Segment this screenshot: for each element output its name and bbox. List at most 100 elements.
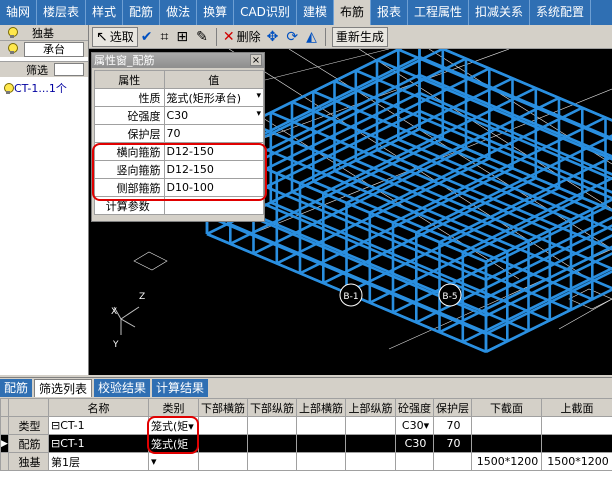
prop-row[interactable]: 砼强度 C30 xyxy=(94,106,264,125)
rebar-cage xyxy=(205,49,612,353)
brush-button[interactable]: ✎ xyxy=(193,27,213,47)
filter-row[interactable]: 筛选 xyxy=(0,61,88,77)
filter-input[interactable] xyxy=(54,63,84,76)
top-menu-bar: 轴网 楼层表 样式 配筋 做法 换算 CAD识别 建模 布筋 报表 工程属性 扣减关系 系统配置 xyxy=(0,0,612,25)
axis-bubble-b5-label: B-5 xyxy=(442,292,457,302)
menu-tab[interactable]: 样式 xyxy=(86,0,124,25)
grid-column-header[interactable]: 下部纵筋 xyxy=(247,398,297,417)
move-button[interactable]: ✥ xyxy=(264,27,284,47)
grid-column-header[interactable]: 上截面 xyxy=(541,398,612,417)
grid-column-header[interactable]: 上部横筋 xyxy=(296,398,346,417)
table-cell[interactable] xyxy=(296,416,346,435)
category-row[interactable]: 独基 xyxy=(0,25,88,41)
regenerate-button[interactable]: 重新生成 xyxy=(331,26,388,47)
table-row[interactable]: ▶ 配筋 ⊟CT-1 笼式(矩 C30 70 xyxy=(0,434,612,453)
menu-tab[interactable]: 做法 xyxy=(160,0,198,25)
svg-text:Z: Z xyxy=(139,292,145,302)
toolbar: ↖ 选取 ✔ ⌗ ⊞ ✎ ✕ 删除 ✥ ⟳ ◭ 重新生成 xyxy=(89,25,612,49)
crosshair-grid-icon: ⌗ xyxy=(160,28,169,45)
box-select-button[interactable]: ⊞ xyxy=(173,27,193,47)
row-header: 类型 xyxy=(8,416,49,435)
table-cell[interactable] xyxy=(471,434,542,453)
component-list-item[interactable]: CT-1...1个 xyxy=(0,81,88,97)
property-window-titlebar[interactable]: 属性窗_配筋 × xyxy=(92,53,264,68)
grid-column-header[interactable]: 保护层 xyxy=(433,398,472,417)
menu-tab[interactable]: 系统配置 xyxy=(530,0,592,25)
category-label: 独基 xyxy=(32,26,54,40)
bottom-tab[interactable]: 筛选列表 xyxy=(34,379,93,397)
grid-column-header[interactable] xyxy=(8,398,49,417)
subcategory-row[interactable]: 承台 xyxy=(0,41,88,57)
highlight-annotation xyxy=(147,416,199,454)
select-button[interactable]: ↖ 选取 xyxy=(92,26,138,47)
bottom-tab[interactable]: 校验结果 xyxy=(94,379,151,397)
table-cell[interactable] xyxy=(541,434,612,453)
row-indicator xyxy=(0,452,9,471)
property-window[interactable]: 属性窗_配筋 × 属性 值 性质笼式(矩形承台) 砼强度C30 保护层70 横向… xyxy=(91,52,267,222)
menu-tab[interactable]: 换算 xyxy=(197,0,235,25)
grid-column-header[interactable]: 下截面 xyxy=(471,398,542,417)
svg-text:X: X xyxy=(111,307,117,317)
prop-row[interactable]: 保护层 70 xyxy=(94,124,264,143)
table-cell[interactable] xyxy=(541,416,612,435)
table-cell[interactable]: 70 xyxy=(433,416,472,435)
table-cell[interactable]: ⊟CT-1 xyxy=(48,416,149,435)
grid-column-header[interactable]: 上部纵筋 xyxy=(345,398,396,417)
menu-tab[interactable]: 报表 xyxy=(371,0,408,25)
component-list: CT-1...1个 xyxy=(0,81,88,97)
table-cell[interactable] xyxy=(345,416,396,435)
grid-select-button[interactable]: ⌗ xyxy=(157,27,173,47)
table-row[interactable]: 类型 ⊟CT-1 笼式(矩▾ C30▾ 70 xyxy=(0,416,612,435)
bottom-tab[interactable]: 计算结果 xyxy=(152,379,209,397)
menu-tab[interactable]: CAD识别 xyxy=(234,0,297,25)
table-cell[interactable]: 1500*1200 xyxy=(541,452,612,471)
row-header: 独基 xyxy=(8,452,49,471)
table-cell[interactable]: 1500*1200 xyxy=(471,452,542,471)
table-cell[interactable]: 70 xyxy=(433,434,472,453)
box-select-icon: ⊞ xyxy=(176,28,189,45)
table-cell[interactable] xyxy=(247,452,297,471)
rotate-button[interactable]: ⟳ xyxy=(283,27,303,47)
delete-button[interactable]: ✕ 删除 xyxy=(220,27,264,47)
table-cell[interactable] xyxy=(198,452,248,471)
table-cell[interactable] xyxy=(247,434,297,453)
table-cell[interactable] xyxy=(247,416,297,435)
grid-column-header[interactable]: 名称 xyxy=(48,398,149,417)
subcategory-box[interactable]: 承台 xyxy=(24,41,84,57)
table-cell[interactable]: ⊟CT-1 xyxy=(48,434,149,453)
table-cell[interactable] xyxy=(471,416,542,435)
grid-column-header[interactable]: 下部横筋 xyxy=(198,398,248,417)
grid-column-header[interactable]: 类别 xyxy=(148,398,199,417)
table-cell[interactable] xyxy=(345,452,396,471)
mirror-button[interactable]: ◭ xyxy=(303,27,322,47)
prop-row[interactable]: 性质 笼式(矩形承台) xyxy=(94,88,264,107)
table-row[interactable]: 独基 第1层 ▾ 1500*1200 1500*1200 xyxy=(0,452,612,471)
grid-column-header[interactable]: 砼强度 xyxy=(395,398,434,417)
table-cell[interactable] xyxy=(296,452,346,471)
table-cell[interactable] xyxy=(198,434,248,453)
bottom-tab[interactable]: 配筋 xyxy=(0,379,33,397)
menu-tab[interactable]: 扣减关系 xyxy=(469,0,531,25)
prop-header-key: 属性 xyxy=(94,70,165,89)
menu-tab[interactable]: 工程属性 xyxy=(408,0,469,25)
close-icon[interactable]: × xyxy=(250,54,262,66)
lightbulb-icon xyxy=(6,42,18,56)
menu-tab[interactable]: 楼层表 xyxy=(37,0,87,25)
table-cell[interactable]: C30▾ xyxy=(395,416,434,435)
table-cell[interactable]: ▾ xyxy=(148,452,199,471)
row-indicator xyxy=(0,416,9,435)
menu-tab[interactable]: 轴网 xyxy=(0,0,38,25)
menu-tab[interactable]: 布筋 xyxy=(333,0,371,25)
menu-tab[interactable]: 建模 xyxy=(297,0,334,25)
menu-tab[interactable]: 配筋 xyxy=(123,0,161,25)
table-cell[interactable] xyxy=(395,452,434,471)
table-cell[interactable] xyxy=(198,416,248,435)
table-cell[interactable]: C30 xyxy=(395,434,434,453)
table-cell[interactable] xyxy=(296,434,346,453)
table-cell[interactable]: 第1层 xyxy=(48,452,149,471)
table-cell[interactable] xyxy=(345,434,396,453)
coordinate-axes-icon: Z X Y xyxy=(111,292,145,350)
table-cell[interactable] xyxy=(433,452,472,471)
move-arrows-icon: ✥ xyxy=(266,28,279,45)
confirm-button[interactable]: ✔ xyxy=(138,27,158,47)
